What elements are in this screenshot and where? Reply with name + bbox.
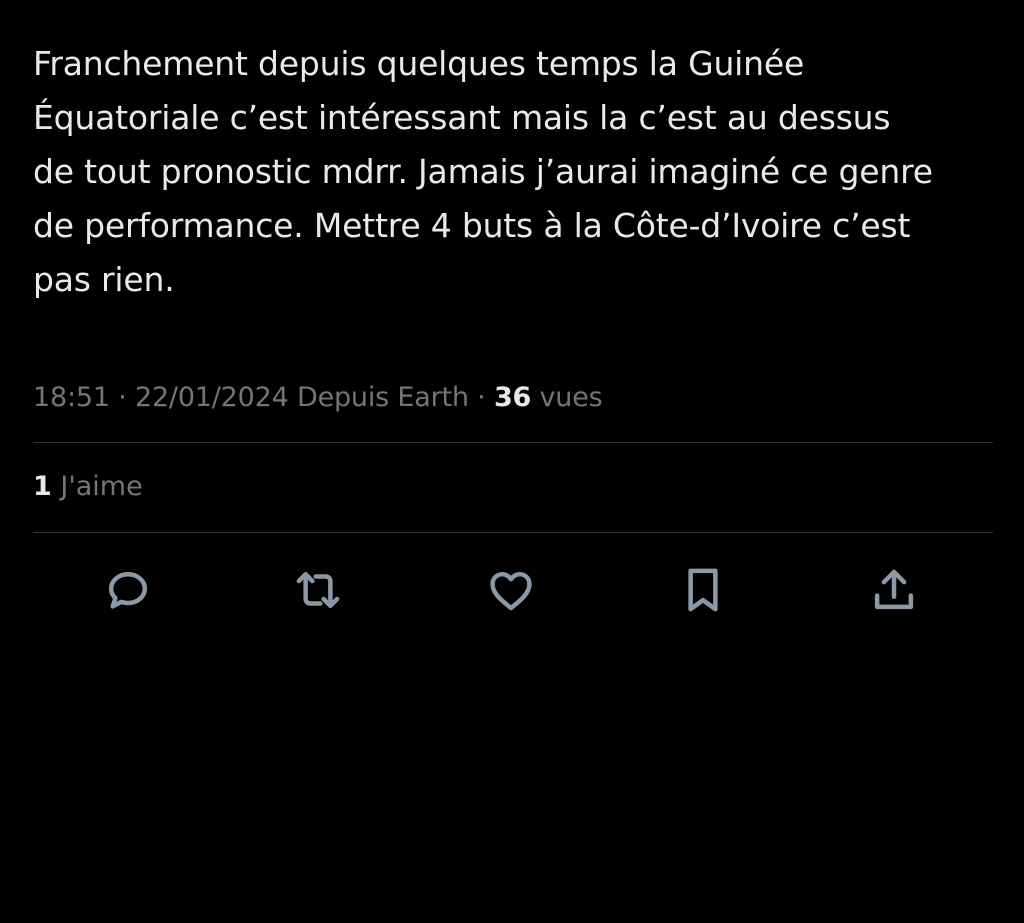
share-button[interactable] bbox=[862, 558, 926, 622]
views-count[interactable]: 36 bbox=[494, 382, 531, 413]
tweet-meta: 18:51 · 22/01/2024 Depuis Earth · 36 vue… bbox=[33, 378, 603, 418]
share-icon bbox=[874, 569, 914, 610]
retweet-button[interactable] bbox=[286, 558, 350, 622]
tweet-time[interactable]: 18:51 bbox=[33, 382, 110, 413]
likes-count: 1 bbox=[33, 471, 52, 502]
tweet-source: Depuis Earth bbox=[288, 382, 469, 413]
likes-stat[interactable]: 1 J'aime bbox=[33, 467, 143, 507]
meta-separator: · bbox=[468, 382, 494, 413]
bookmark-button[interactable] bbox=[671, 558, 735, 622]
like-button[interactable] bbox=[479, 558, 543, 622]
divider bbox=[33, 442, 993, 443]
tweet-text: Franchement depuis quelques temps la Gui… bbox=[33, 44, 933, 299]
reply-icon bbox=[108, 572, 148, 609]
likes-label: J'aime bbox=[51, 471, 143, 502]
tweet-date[interactable]: 22/01/2024 bbox=[135, 382, 289, 413]
bookmark-icon bbox=[688, 568, 718, 612]
tweet-actions-bar bbox=[33, 558, 993, 622]
meta-separator: · bbox=[109, 382, 135, 413]
reply-button[interactable] bbox=[96, 558, 160, 622]
retweet-icon bbox=[296, 572, 340, 608]
divider bbox=[33, 532, 993, 533]
views-label[interactable]: vues bbox=[531, 382, 603, 413]
heart-icon bbox=[490, 572, 532, 611]
